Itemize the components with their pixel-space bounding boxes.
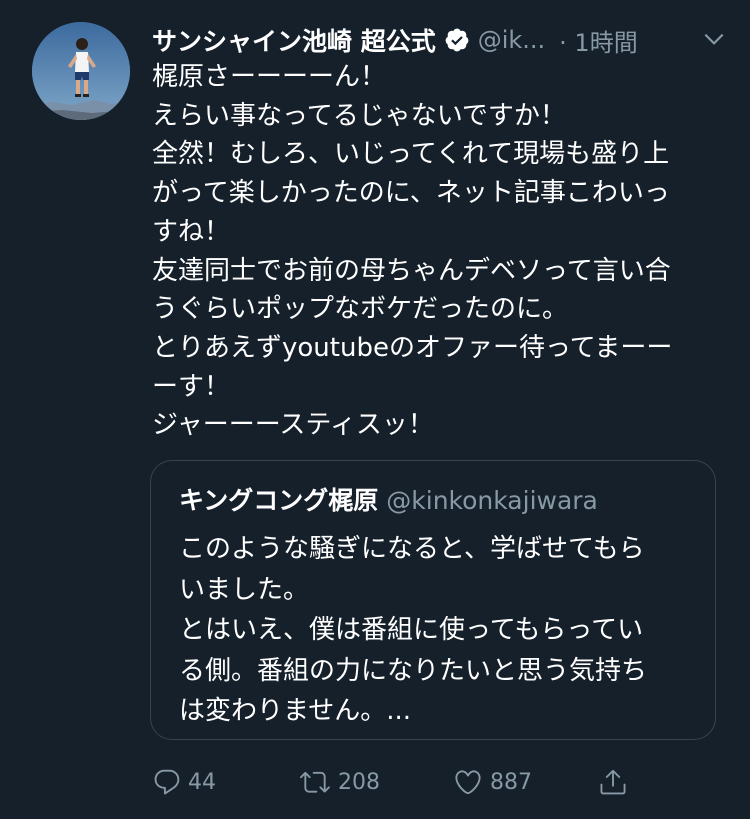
- quoted-author-handle: @kinkonkajiwara: [386, 486, 598, 515]
- like-button[interactable]: 887: [452, 760, 532, 804]
- retweet-count: 208: [338, 769, 380, 795]
- share-icon: [598, 767, 628, 797]
- quoted-text-line: とはいえ、僕は番組に使ってもらってい: [179, 615, 644, 645]
- quoted-tweet-header: キングコング梶原 @kinkonkajiwara: [179, 481, 598, 517]
- quoted-tweet[interactable]: キングコング梶原 @kinkonkajiwara このような騒ぎになると、学ばせて…: [150, 460, 716, 740]
- tweet-timestamp[interactable]: · 1時間: [559, 23, 638, 58]
- tweet[interactable]: サンシャイン池崎 超公式 @ik... · 1時間 梶原さーーーーん！ えらい事…: [0, 0, 750, 819]
- tweet-text-line: ジャーーースティスッ！: [152, 410, 434, 441]
- tweet-text-line: ーす！: [152, 371, 231, 402]
- tweet-text-line: とりあえずyoutubeのオファー待ってまーー: [152, 332, 673, 363]
- tweet-text-line: 全然！むしろ、いじってくれて現場も盛り上: [152, 139, 670, 170]
- avatar[interactable]: [32, 22, 130, 120]
- tweet-text-line: うぐらいポップなボケだったのに。: [152, 294, 569, 325]
- reply-button[interactable]: 44: [152, 760, 216, 804]
- tweet-actions: 44 208 887: [152, 760, 652, 804]
- share-button[interactable]: [598, 760, 628, 804]
- heart-icon: [452, 767, 484, 797]
- tweet-text-line: がって楽しかったのに、ネット記事こわいっ: [152, 178, 670, 209]
- tweet-text-line: えらい事なってるじゃないですか！: [152, 100, 566, 131]
- reply-icon: [152, 767, 182, 797]
- tweet-text: 梶原さーーーーん！ えらい事なってるじゃないですか！ 全然！むしろ、いじってくれ…: [152, 58, 727, 445]
- quoted-tweet-text: このような騒ぎになると、学ばせてもら いました。 とはいえ、僕は番組に使ってもら…: [179, 529, 699, 732]
- tweet-text-line: すね！: [152, 216, 231, 247]
- quoted-text-line: は変わりません。...: [179, 696, 412, 726]
- chevron-down-icon[interactable]: [701, 26, 727, 52]
- quoted-text-line: る側。番組の力になりたいと思う気持ち: [179, 655, 648, 686]
- verified-badge-icon: [444, 27, 470, 53]
- tweet-text-line: 梶原さーーーーん！: [152, 62, 387, 92]
- retweet-button[interactable]: 208: [298, 760, 380, 804]
- tweet-text-line: 友達同士でお前の母ちゃんデベソって言い合: [152, 255, 671, 286]
- reply-count: 44: [188, 769, 216, 795]
- retweet-icon: [298, 767, 332, 797]
- author-handle[interactable]: @ik...: [478, 26, 545, 54]
- author-display-name[interactable]: サンシャイン池崎 超公式: [152, 22, 436, 58]
- quoted-author-display-name: キングコング梶原: [179, 486, 379, 515]
- like-count: 887: [490, 769, 532, 795]
- quoted-text-line: いました。: [179, 574, 310, 605]
- tweet-header: サンシャイン池崎 超公式 @ik... · 1時間: [152, 18, 727, 62]
- avatar-photo: [32, 22, 130, 120]
- quoted-text-line: このような騒ぎになると、学ばせてもら: [179, 534, 645, 564]
